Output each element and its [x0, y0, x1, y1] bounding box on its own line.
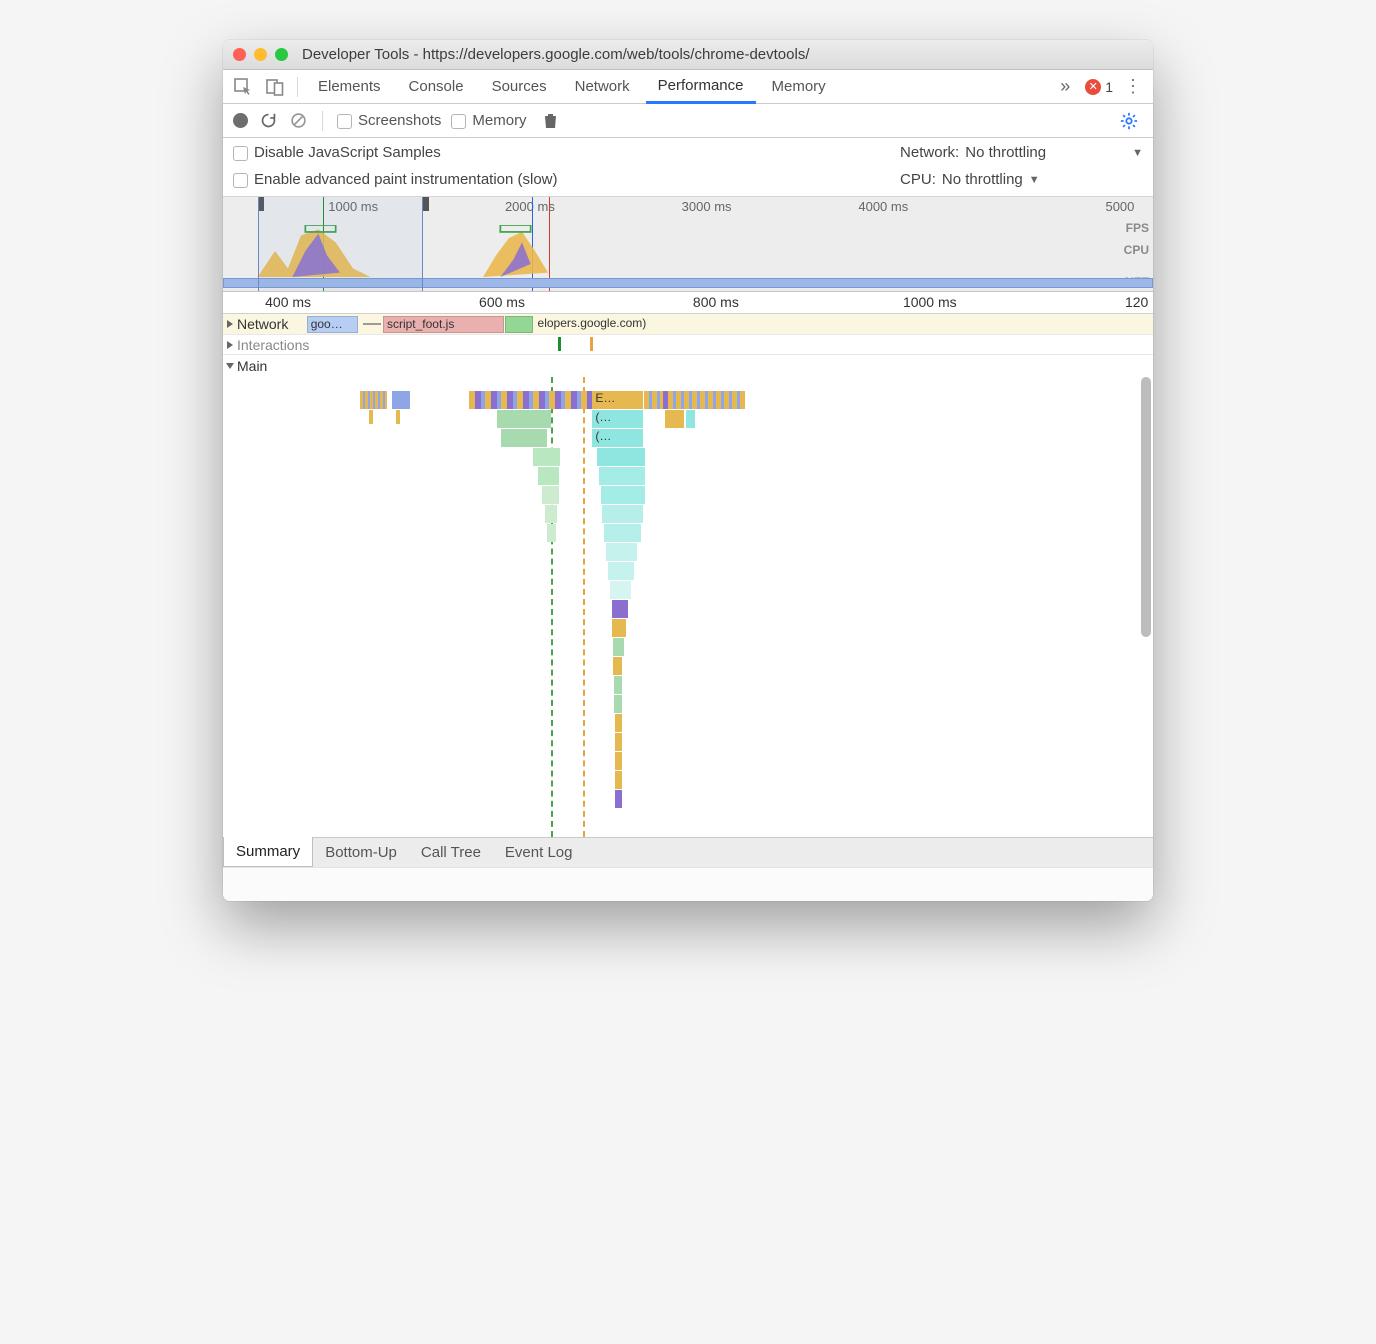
network-throttle-label: Network: — [900, 144, 959, 161]
detail-ruler[interactable]: 400 ms 600 ms 800 ms 1000 ms 120 — [223, 292, 1153, 314]
expand-icon[interactable] — [227, 341, 233, 349]
traffic-lights — [233, 48, 288, 61]
overview-timeline[interactable]: 1000 ms 2000 ms 3000 ms 4000 ms 5000 FPS… — [223, 197, 1153, 292]
cpu-throttle-label: CPU: — [900, 171, 936, 188]
error-count-badge[interactable]: ✕ 1 — [1085, 79, 1113, 95]
timing-line — [551, 377, 553, 837]
tab-call-tree[interactable]: Call Tree — [409, 838, 493, 867]
vertical-scrollbar[interactable] — [1141, 377, 1151, 837]
chevron-down-icon: ▼ — [1132, 147, 1143, 159]
fps-label: FPS — [1126, 221, 1149, 235]
tab-console[interactable]: Console — [397, 70, 476, 104]
capture-settings-panel: Disable JavaScript Samples Network: No t… — [223, 138, 1153, 197]
tabs-overflow-icon[interactable]: » — [1051, 73, 1079, 101]
close-window-button[interactable] — [233, 48, 246, 61]
details-tabs: Summary Bottom-Up Call Tree Event Log — [223, 837, 1153, 867]
scrollbar-thumb[interactable] — [1141, 377, 1151, 637]
reload-button[interactable] — [258, 107, 278, 135]
zoom-window-button[interactable] — [275, 48, 288, 61]
interaction-marker — [590, 337, 593, 351]
devtools-tabs: Elements Console Sources Network Perform… — [223, 70, 1153, 104]
tab-memory[interactable]: Memory — [760, 70, 838, 104]
overview-selection[interactable] — [258, 197, 423, 291]
performance-toolbar: Screenshots Memory — [223, 104, 1153, 138]
titlebar: Developer Tools - https://developers.goo… — [223, 40, 1153, 70]
error-count: 1 — [1105, 79, 1113, 95]
tab-bottom-up[interactable]: Bottom-Up — [313, 838, 409, 867]
network-request[interactable]: script_foot.js — [383, 316, 504, 333]
clear-button[interactable] — [288, 107, 308, 135]
network-track[interactable]: Network goo… script_foot.js elopers.goog… — [223, 314, 1153, 335]
tab-elements[interactable]: Elements — [306, 70, 393, 104]
tab-sources[interactable]: Sources — [480, 70, 559, 104]
memory-checkbox[interactable]: Memory — [451, 112, 526, 129]
cpu-label: CPU — [1124, 243, 1149, 257]
record-button[interactable] — [233, 113, 248, 128]
details-pane — [223, 867, 1153, 901]
tab-summary[interactable]: Summary — [223, 837, 313, 867]
cpu-throttle-select[interactable]: No throttling — [942, 171, 1023, 188]
capture-settings-icon[interactable] — [1115, 107, 1143, 135]
timing-line — [583, 377, 585, 837]
network-throttle-select[interactable]: No throttling — [965, 144, 1046, 161]
expand-icon[interactable] — [227, 320, 233, 328]
overview-marker — [423, 197, 429, 211]
collapse-icon[interactable] — [226, 363, 234, 369]
minimize-window-button[interactable] — [254, 48, 267, 61]
tab-event-log[interactable]: Event Log — [493, 838, 585, 867]
devtools-window: Developer Tools - https://developers.goo… — [223, 40, 1153, 901]
network-request[interactable]: goo… — [307, 316, 358, 333]
paint-instrumentation-checkbox[interactable]: Enable advanced paint instrumentation (s… — [233, 171, 558, 188]
error-icon: ✕ — [1085, 79, 1101, 95]
network-request[interactable] — [505, 316, 533, 333]
window-title: Developer Tools - https://developers.goo… — [302, 46, 810, 63]
chevron-down-icon: ▼ — [1029, 174, 1040, 186]
garbage-collect-icon[interactable] — [537, 107, 565, 135]
tab-network[interactable]: Network — [563, 70, 642, 104]
main-track-header[interactable]: Main — [223, 355, 1153, 377]
inspect-element-icon[interactable] — [229, 73, 257, 101]
flame-chart[interactable]: E… (… (… — [223, 377, 1153, 837]
kebab-menu-icon[interactable]: ⋮ — [1119, 73, 1147, 101]
network-request-label: elopers.google.com) — [535, 316, 1149, 333]
tab-performance[interactable]: Performance — [646, 70, 756, 104]
disable-js-samples-checkbox[interactable]: Disable JavaScript Samples — [233, 144, 441, 161]
interactions-track[interactable]: Interactions — [223, 335, 1153, 355]
screenshots-checkbox[interactable]: Screenshots — [337, 112, 441, 129]
device-toolbar-icon[interactable] — [261, 73, 289, 101]
interaction-marker — [558, 337, 561, 351]
